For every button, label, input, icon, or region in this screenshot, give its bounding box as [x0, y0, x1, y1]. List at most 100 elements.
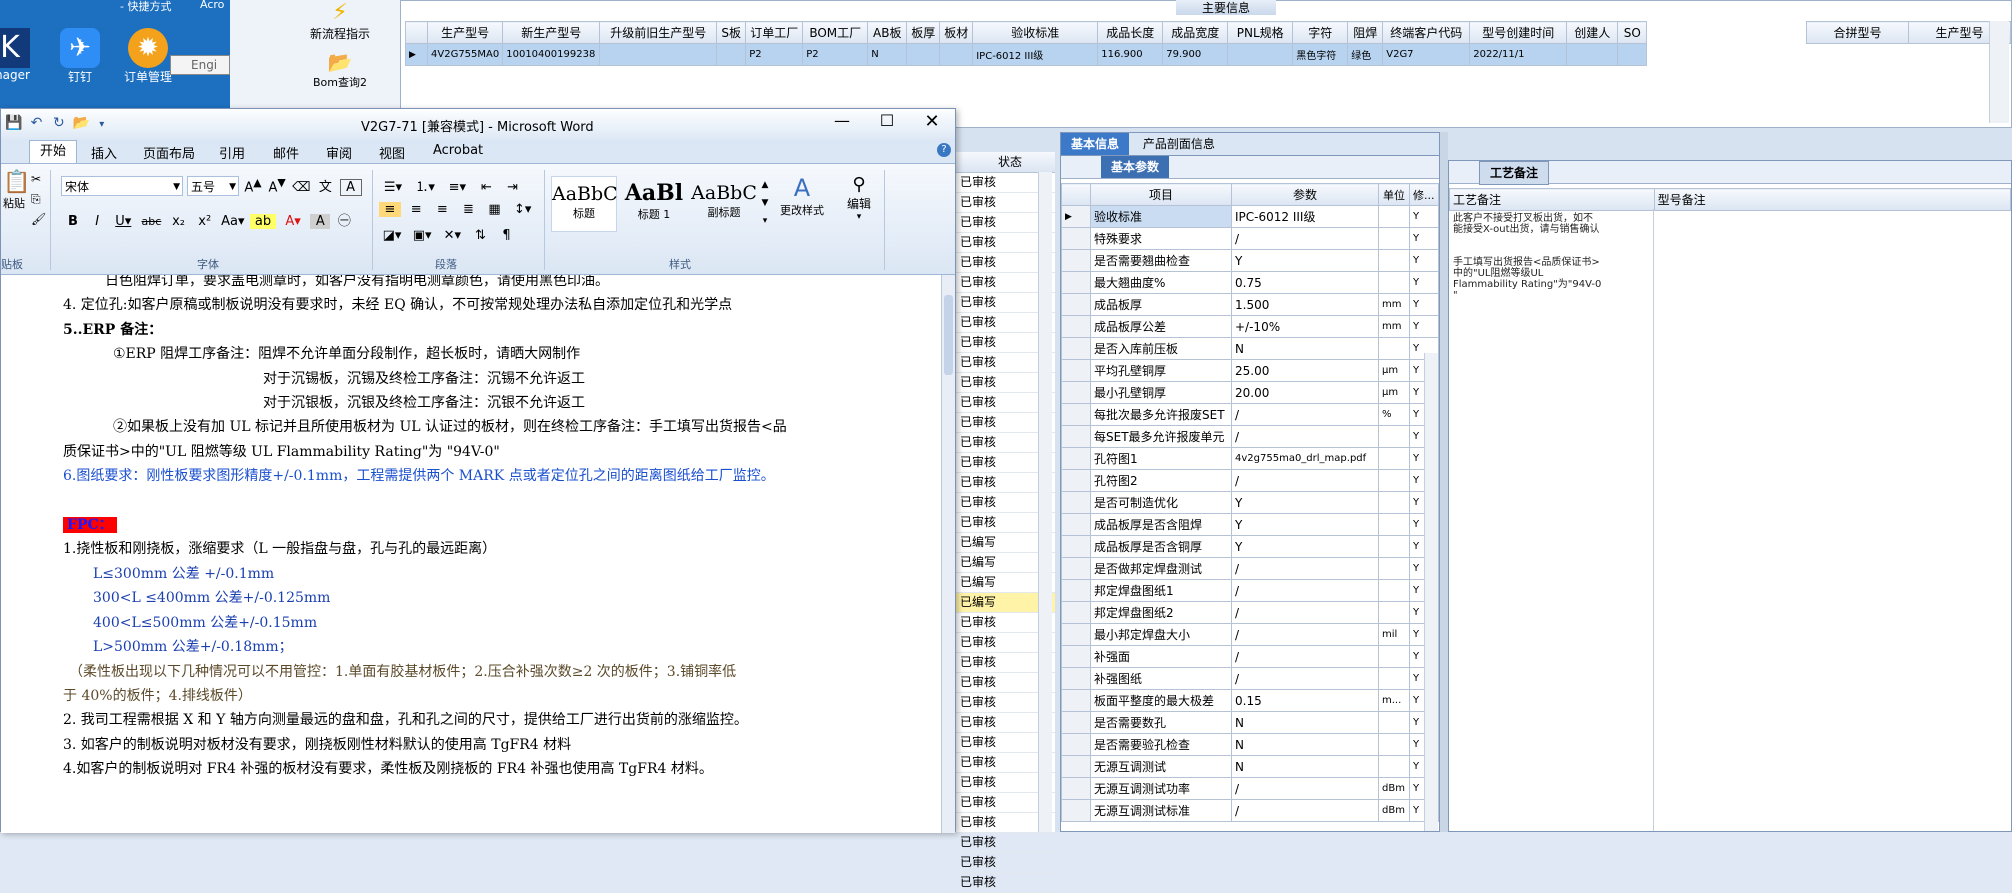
param-item[interactable]: 每SET最多允许报废单元	[1090, 425, 1232, 448]
tab-references[interactable]: 引用	[219, 143, 245, 162]
param-value[interactable]: /	[1231, 623, 1379, 646]
param-item[interactable]: 最大翘曲度%	[1090, 271, 1232, 294]
save-icon[interactable]: 💾	[5, 115, 23, 131]
param-value[interactable]: +/-10%	[1231, 315, 1379, 338]
sort-icon[interactable]: ⇅	[469, 228, 491, 243]
col-header[interactable]: 创建人	[1566, 21, 1619, 44]
align-right-icon[interactable]: ≡	[431, 202, 453, 217]
param-item[interactable]: 是否需要翘曲检查	[1090, 249, 1232, 272]
col-header[interactable]: 新生产型号	[502, 21, 601, 44]
copy-icon[interactable]: ⎘	[31, 192, 41, 207]
table-row[interactable]: 每SET最多允许报废单元 / Y	[1061, 425, 1439, 448]
tab-product-section[interactable]: 产品剖面信息	[1133, 133, 1225, 155]
param-value[interactable]: /	[1231, 777, 1379, 800]
col-header[interactable]: 订单工厂	[745, 21, 804, 44]
col-header[interactable]: PNL规格	[1227, 21, 1294, 44]
param-unit[interactable]: dBm	[1378, 799, 1410, 822]
param-value[interactable]: 20.00	[1231, 381, 1379, 404]
param-item[interactable]: 邦定焊盘图纸2	[1090, 601, 1232, 624]
tab-insert[interactable]: 插入	[91, 143, 117, 162]
param-unit[interactable]: m...	[1378, 689, 1410, 712]
status-cell[interactable]: 已审核	[956, 833, 1055, 853]
grow-font-icon[interactable]: A▲	[243, 176, 263, 195]
param-unit[interactable]	[1378, 601, 1410, 624]
param-item[interactable]: 孔符图1	[1090, 447, 1232, 470]
param-value[interactable]: N	[1231, 711, 1379, 734]
param-value[interactable]: /	[1231, 645, 1379, 668]
table-cell[interactable]: P2	[802, 43, 869, 66]
change-case-icon[interactable]: Aa▾	[220, 214, 246, 229]
param-unit[interactable]	[1378, 425, 1410, 448]
param-item[interactable]: 成品板厚	[1090, 293, 1232, 316]
minimize-button[interactable]: —	[831, 111, 853, 130]
font-color-icon[interactable]: A▾	[280, 214, 306, 229]
param-item[interactable]: 验收标准	[1090, 205, 1232, 228]
table-cell[interactable]	[716, 43, 747, 66]
help-icon[interactable]: ?	[937, 143, 951, 157]
param-item[interactable]: 补强面	[1090, 645, 1232, 668]
distributed-icon[interactable]: ▦	[484, 202, 506, 217]
param-item[interactable]: 邦定焊盘图纸1	[1090, 579, 1232, 602]
col-header[interactable]: 升级前旧生产型号	[599, 21, 718, 44]
table-row[interactable]: 是否入库前压板 N Y	[1061, 337, 1439, 360]
table-row[interactable]: ▶ 验收标准 IPC-6012 III级 Y	[1061, 205, 1439, 228]
justify-icon[interactable]: ≣	[457, 202, 479, 217]
table-cell[interactable]: V2G7	[1382, 43, 1471, 66]
param-value[interactable]: /	[1231, 579, 1379, 602]
col-header-model-notes[interactable]: 型号备注	[1653, 188, 2012, 211]
maximize-button[interactable]: ☐	[876, 111, 898, 130]
table-cell[interactable]: 2022/11/1	[1469, 43, 1568, 66]
param-item[interactable]: 特殊要求	[1090, 227, 1232, 250]
param-value[interactable]: /	[1231, 469, 1379, 492]
table-row[interactable]: 补强面 / Y	[1061, 645, 1439, 668]
table-row[interactable]: 最大翘曲度% 0.75 Y	[1061, 271, 1439, 294]
param-value[interactable]: /	[1231, 799, 1379, 822]
table-row[interactable]: 成品板厚 1.500 mm Y	[1061, 293, 1439, 316]
table-row[interactable]: 是否可制造优化 Y Y	[1061, 491, 1439, 514]
tab-acrobat[interactable]: Acrobat	[433, 143, 483, 158]
param-value[interactable]: /	[1231, 403, 1379, 426]
col-header[interactable]: AB板	[867, 21, 908, 44]
underline-icon[interactable]: U▾	[111, 214, 135, 229]
param-value[interactable]: Y	[1231, 535, 1379, 558]
param-unit[interactable]	[1378, 667, 1410, 690]
enclosed-char-icon[interactable]: ㊀	[334, 210, 354, 229]
align-center-icon[interactable]: ≡	[405, 202, 427, 217]
param-unit[interactable]	[1378, 535, 1410, 558]
param-value[interactable]: N	[1231, 733, 1379, 756]
process-note-text[interactable]: 此客户不接受打叉板出货，如不 能接受X-out出货，请与销售确认 手工填写出货报…	[1453, 213, 1651, 301]
col-header[interactable]: BOM工厂	[802, 21, 869, 44]
undo-icon[interactable]: ↶	[27, 115, 45, 131]
table-row[interactable]: 无源互调测试功率 / dBm Y	[1061, 777, 1439, 800]
param-unit[interactable]	[1378, 271, 1410, 294]
char-border-icon[interactable]: A	[339, 179, 362, 197]
table-row[interactable]: 每批次最多允许报废SET /% Y	[1061, 403, 1439, 426]
strikethrough-icon[interactable]: abc	[139, 215, 163, 228]
param-item[interactable]: 孔符图2	[1090, 469, 1232, 492]
decrease-indent-icon[interactable]: ⇤	[475, 180, 497, 195]
table-cell[interactable]: 绿色	[1347, 43, 1384, 66]
param-item[interactable]: 成品板厚是否含铜厚	[1090, 535, 1232, 558]
param-item[interactable]: 无源互调测试功率	[1090, 777, 1232, 800]
status-scrollbar[interactable]	[1038, 172, 1052, 832]
table-cell[interactable]	[1227, 43, 1294, 66]
param-item[interactable]: 平均孔壁铜厚	[1090, 359, 1232, 382]
show-marks-icon[interactable]: ¶	[496, 228, 518, 243]
table-row[interactable]: 是否需要数孔 N Y	[1061, 711, 1439, 734]
table-row[interactable]: 是否需要验孔检查 N Y	[1061, 733, 1439, 756]
col-header[interactable]: S板	[716, 21, 747, 44]
param-item[interactable]: 板面平整度的最大极差	[1090, 689, 1232, 712]
font-size-select[interactable]: 五号 ▼	[187, 176, 239, 196]
param-unit[interactable]: mil	[1378, 623, 1410, 646]
param-modified[interactable]: Y	[1409, 249, 1439, 272]
param-item[interactable]: 补强图纸	[1090, 667, 1232, 690]
param-item[interactable]: 是否入库前压板	[1090, 337, 1232, 360]
col-header[interactable]: SO	[1617, 21, 1648, 44]
desktop-icon-dingtalk[interactable]: ✈ 钉钉	[50, 28, 110, 98]
param-value[interactable]: 1.500	[1231, 293, 1379, 316]
table-row[interactable]: 平均孔壁铜厚 25.00 μm Y	[1061, 359, 1439, 382]
param-item[interactable]: 最小邦定焊盘大小	[1090, 623, 1232, 646]
table-cell[interactable]: 116.900	[1097, 43, 1164, 66]
table-row[interactable]: 特殊要求 / Y	[1061, 227, 1439, 250]
paste-button[interactable]: 📋 粘贴	[1, 170, 50, 211]
